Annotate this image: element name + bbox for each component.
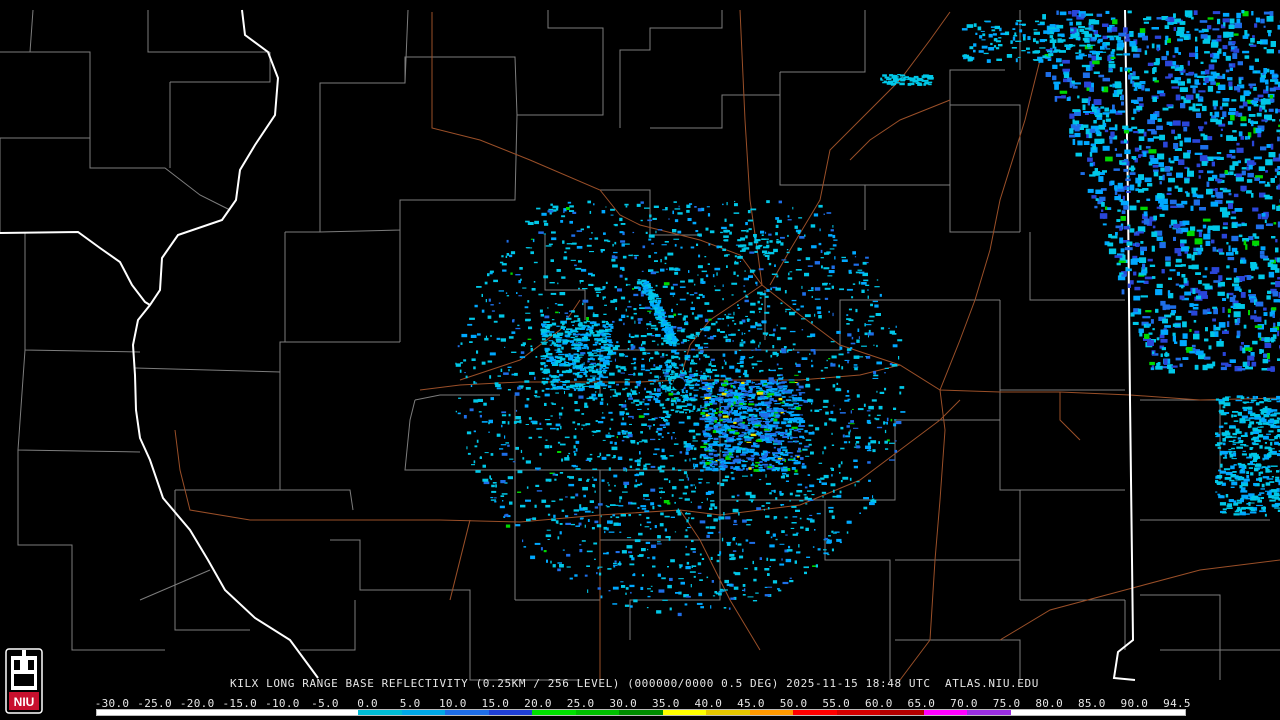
scale-color-swatch — [749, 710, 794, 715]
scale-color-swatch — [184, 710, 228, 715]
scale-color-swatch — [575, 710, 620, 715]
color-scale-labels: -30.0 -25.0 -20.0 -15.0 -10.0 -5.0 0.0 5.0 10.0 1… — [0, 697, 1280, 710]
radar-site-marker — [673, 378, 685, 390]
scale-color-swatch — [401, 710, 446, 715]
scale-color-swatch — [140, 710, 185, 715]
scale-color-swatch — [619, 710, 663, 715]
product-caption: KILX LONG RANGE BASE REFLECTIVITY (0.25K… — [230, 677, 1039, 690]
radar-map — [0, 0, 1280, 720]
scale-color-swatch — [532, 710, 576, 715]
scale-color-swatch — [97, 710, 141, 715]
scale-color-swatch — [1010, 710, 1055, 715]
scale-color-swatch — [1054, 710, 1098, 715]
scale-color-swatch — [880, 710, 924, 715]
scale-color-swatch — [1141, 710, 1185, 715]
scale-color-swatch — [836, 710, 881, 715]
scale-color-swatch — [271, 710, 315, 715]
scale-color-swatch — [967, 710, 1011, 715]
scale-color-swatch — [488, 710, 533, 715]
scale-color-swatch — [662, 710, 707, 715]
scale-color-swatch — [793, 710, 837, 715]
scale-color-swatch — [1097, 710, 1142, 715]
color-scale-bar — [96, 709, 1186, 716]
scale-color-swatch — [445, 710, 489, 715]
scale-color-swatch — [314, 710, 359, 715]
scale-color-swatch — [706, 710, 750, 715]
scale-color-swatch — [358, 710, 402, 715]
scale-color-swatch — [227, 710, 272, 715]
scale-color-swatch — [923, 710, 968, 715]
